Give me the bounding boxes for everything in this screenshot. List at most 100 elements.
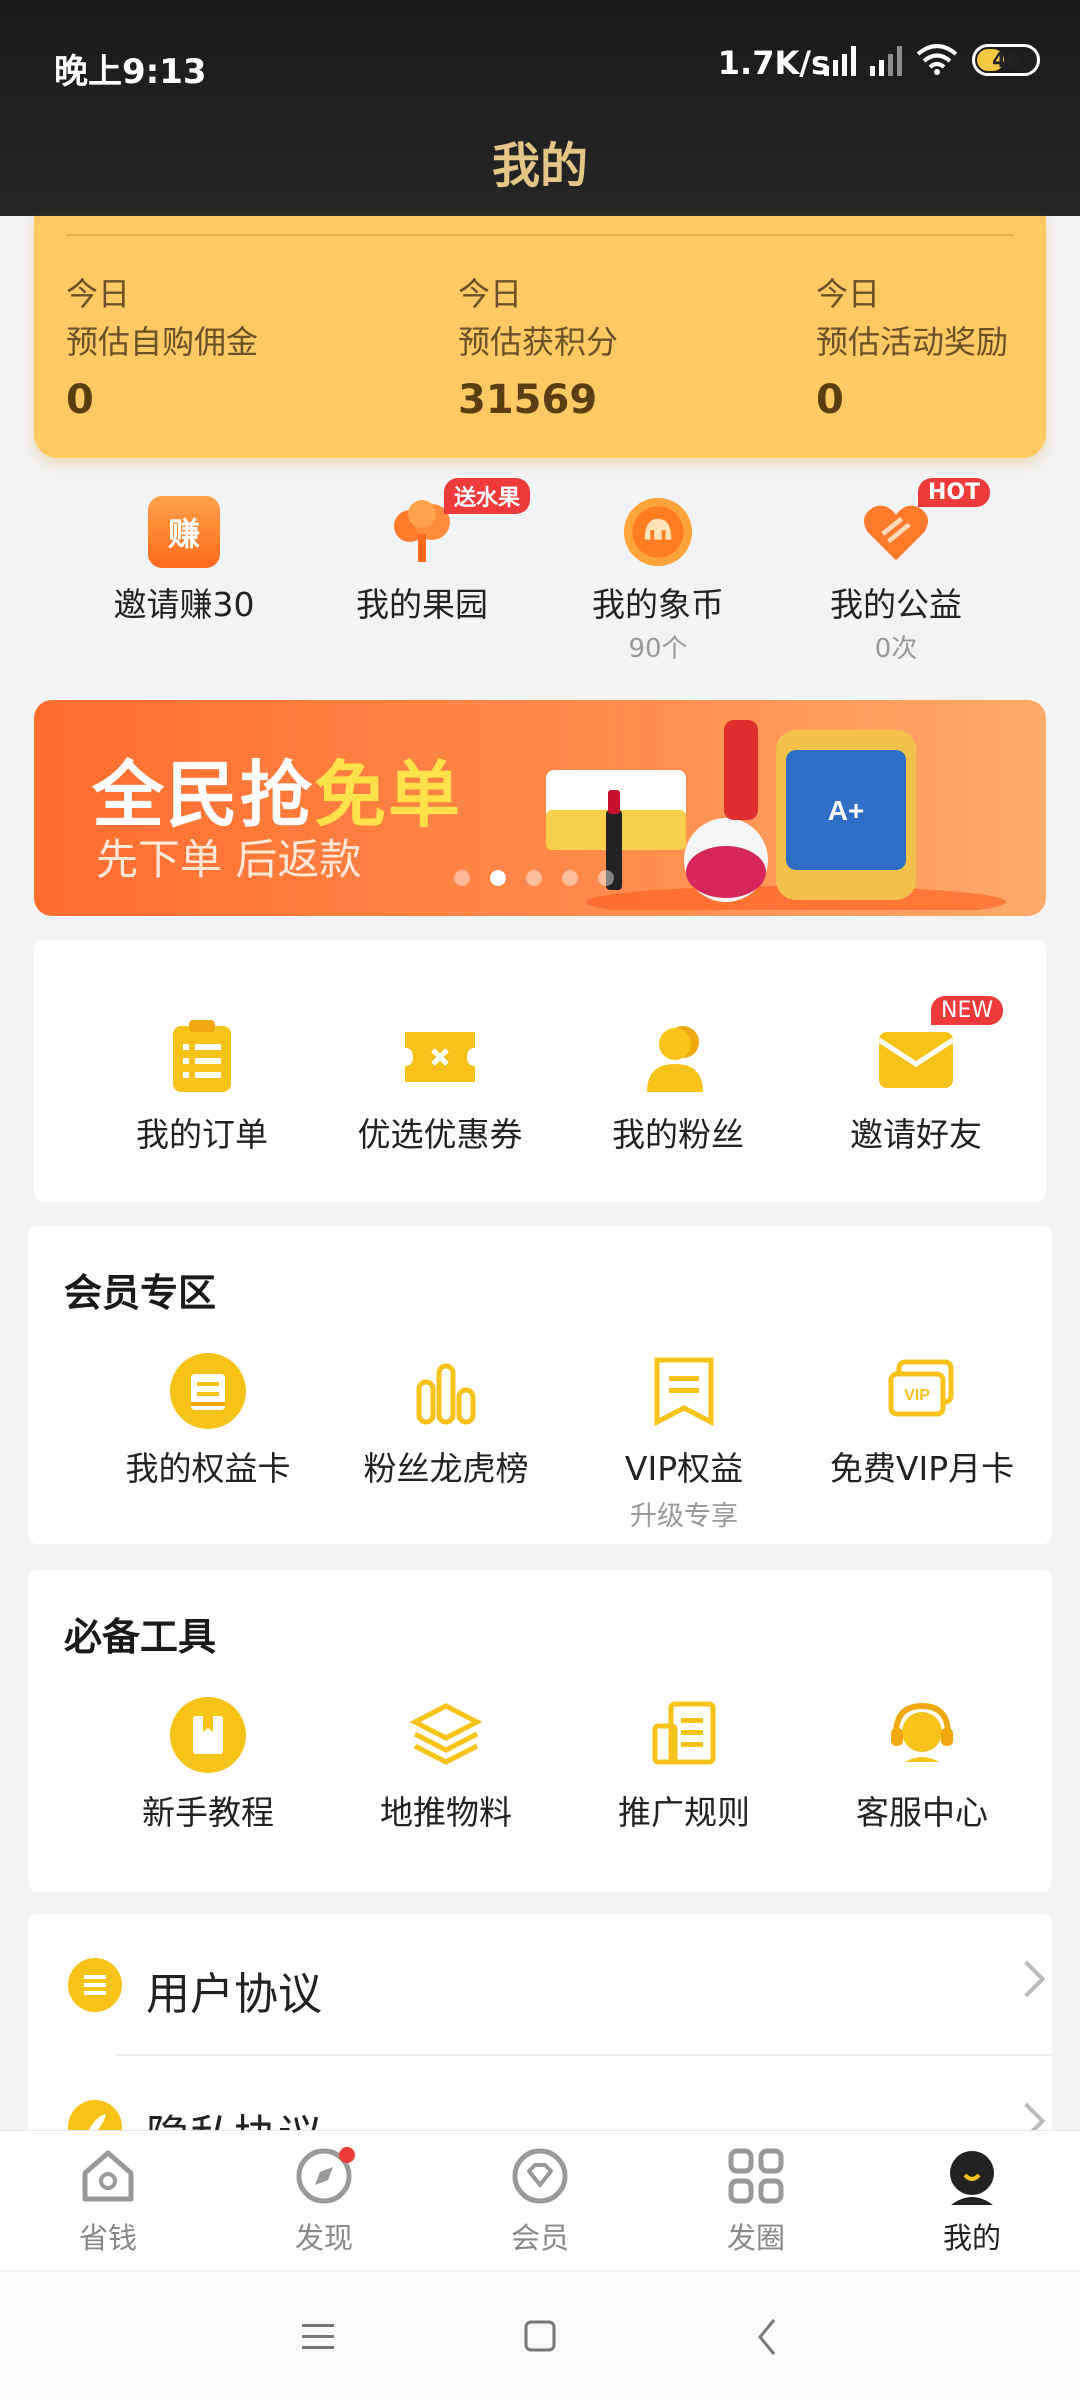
promo-rules-button[interactable]: 推广规则 (564, 1696, 804, 1834)
stat-value: 31569 (458, 377, 598, 423)
grid-label: 我的权益卡 (125, 1449, 291, 1488)
banner-title-part2: 免单 (314, 753, 463, 837)
stat-period: 今日 (66, 275, 131, 313)
quick-actions: 赚 邀请赚30 送水果 我的果园 我的象币 90个 HOT 我的公益 0次 (0, 478, 1080, 666)
coin-count: 90个 (628, 634, 688, 664)
chevron-right-icon (1008, 1960, 1046, 1998)
tab-label: 会员 (510, 2221, 569, 2255)
tab-moments[interactable]: 发圈 (648, 2145, 864, 2257)
document-icon (68, 1958, 122, 2012)
earn-icon: 赚 (148, 496, 220, 568)
home-button-icon[interactable] (510, 2312, 570, 2362)
tab-discover[interactable]: 发现 (216, 2145, 432, 2257)
orchard-badge: 送水果 (444, 478, 531, 514)
my-orders-button[interactable]: 我的订单 (82, 1018, 322, 1156)
agreements-list: 用户协议 隐私协议 (28, 1914, 1052, 2144)
customer-service-button[interactable]: 客服中心 (802, 1696, 1042, 1834)
battery-icon: 46 (972, 44, 1040, 76)
compass-icon (293, 2145, 355, 2207)
free-vip-card-button[interactable]: VIP 免费VIP月卡 (802, 1352, 1042, 1490)
new-badge: NEW (931, 996, 1004, 1025)
carousel-dot-active[interactable] (490, 870, 506, 886)
user-icon (639, 1018, 717, 1096)
tab-mine[interactable]: 我的 (864, 2145, 1080, 2257)
ticket-icon (401, 1018, 479, 1096)
carousel-dot[interactable] (598, 870, 614, 886)
divider (66, 234, 1014, 236)
status-icons: 46 (824, 44, 1040, 76)
stat-label: 预估获积分 (458, 323, 619, 361)
charity-count: 0次 (874, 634, 918, 664)
my-charity-button[interactable]: HOT 我的公益 0次 (776, 478, 1016, 665)
quick-label: 我的公益 (830, 585, 962, 624)
tab-label: 发圈 (726, 2221, 785, 2255)
stat-self-commission[interactable]: 今日 预估自购佣金 0 (66, 270, 258, 424)
vip-benefits-button[interactable]: VIP权益 升级专享 (564, 1352, 804, 1533)
grid-icon (725, 2145, 787, 2207)
diamond-icon (509, 2145, 571, 2207)
stat-value: 0 (66, 377, 94, 423)
grid-label: 粉丝龙虎榜 (363, 1449, 529, 1488)
tab-member[interactable]: 会员 (432, 2145, 648, 2257)
grid-sublabel: 升级专享 (630, 1501, 738, 1532)
envelope-icon: NEW (877, 996, 1004, 1096)
stat-period: 今日 (816, 275, 881, 313)
back-icon[interactable] (738, 2312, 798, 2362)
heart-icon: HOT (860, 478, 991, 568)
svg-text:A+: A+ (828, 795, 865, 826)
wifi-icon (916, 44, 958, 75)
book-icon (169, 1696, 247, 1774)
card-icon (169, 1352, 247, 1430)
notification-dot (339, 2147, 355, 2163)
quick-label: 邀请赚30 (113, 585, 255, 624)
fan-ranking-button[interactable]: 粉丝龙虎榜 (326, 1352, 566, 1490)
layers-icon (407, 1696, 485, 1774)
grid-label: 我的粉丝 (612, 1115, 744, 1154)
headset-icon (883, 1696, 961, 1774)
bottom-tab-bar: 省钱 发现 会员 发圈 我的 (0, 2130, 1080, 2270)
my-orchard-button[interactable]: 送水果 我的果园 (302, 478, 542, 626)
stat-label: 预估活动奖励 (816, 323, 1009, 361)
carousel-dot[interactable] (526, 870, 542, 886)
tab-label: 发现 (294, 2221, 353, 2255)
tools-section: 必备工具 新手教程 地推物料 推广规则 客服中心 (28, 1570, 1052, 1892)
tab-label: 我的 (942, 2221, 1001, 2255)
profile-icon (941, 2145, 1003, 2207)
promo-materials-button[interactable]: 地推物料 (326, 1696, 566, 1834)
home-icon (77, 2145, 139, 2207)
section-title: 必备工具 (64, 1615, 217, 1659)
list-label: 用户协议 (146, 1969, 322, 2020)
grid-label: 优选优惠券 (357, 1115, 523, 1154)
promo-banner[interactable]: 全民抢免单 先下单 后返款 A+ (34, 700, 1046, 916)
network-speed: 1.7K/s (717, 44, 830, 82)
coupons-button[interactable]: 优选优惠券 (320, 1018, 560, 1156)
grid-label: 我的订单 (136, 1115, 268, 1154)
page-title: 我的 (491, 138, 588, 194)
stat-points[interactable]: 今日 预估获积分 31569 (458, 270, 618, 424)
quick-label: 我的象币 (592, 585, 724, 624)
grid-label: 新手教程 (142, 1793, 274, 1832)
my-fans-button[interactable]: 我的粉丝 (558, 1018, 798, 1156)
stat-label: 预估自购佣金 (66, 323, 259, 361)
stat-period: 今日 (458, 275, 523, 313)
tree-icon: 送水果 (386, 478, 531, 568)
clipboard-icon (163, 1018, 241, 1096)
invite-friends-button[interactable]: NEW 邀请好友 (796, 996, 1036, 1156)
tab-save-money[interactable]: 省钱 (0, 2145, 216, 2257)
menu-icon[interactable] (288, 2312, 348, 2362)
carousel-dot[interactable] (454, 870, 470, 886)
benefit-card-button[interactable]: 我的权益卡 (88, 1352, 328, 1490)
invite-earn-button[interactable]: 赚 邀请赚30 (64, 496, 304, 626)
bookmark-icon (645, 1352, 723, 1430)
section-title: 会员专区 (64, 1271, 217, 1315)
signal-icon (824, 44, 856, 76)
earnings-stats-card[interactable]: 今日 预估自购佣金 0 今日 预估获积分 31569 今日 预估活动奖励 0 (34, 216, 1046, 458)
carousel-dot[interactable] (562, 870, 578, 886)
vip-card-icon: VIP (883, 1352, 961, 1430)
status-time: 晚上9:13 (54, 52, 207, 92)
tutorial-button[interactable]: 新手教程 (88, 1696, 328, 1834)
user-agreement-row[interactable]: 用户协议 (28, 1914, 1052, 2056)
stat-activity-reward[interactable]: 今日 预估活动奖励 0 (816, 270, 1008, 424)
grid-label: 免费VIP月卡 (829, 1449, 1015, 1488)
my-coins-button[interactable]: 我的象币 90个 (538, 496, 778, 665)
